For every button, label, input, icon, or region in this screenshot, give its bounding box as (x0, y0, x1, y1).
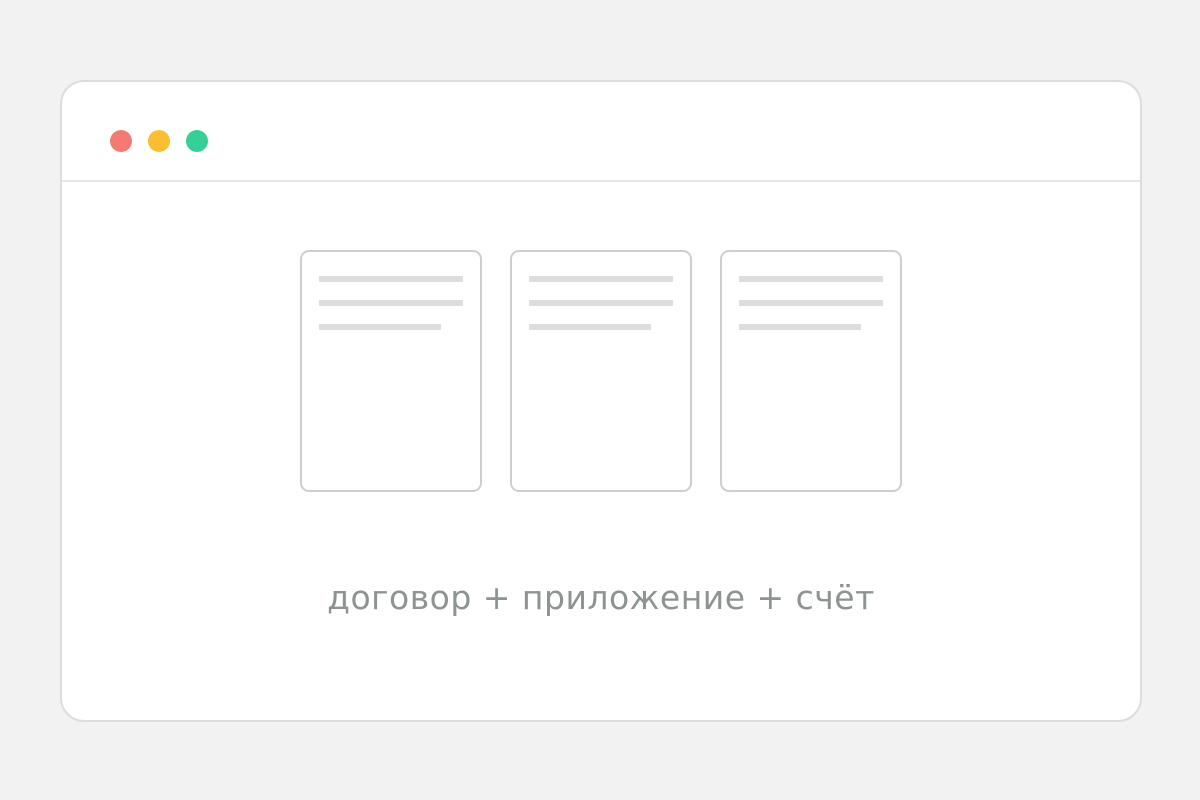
document-line (529, 324, 651, 330)
document-line (529, 276, 673, 282)
minimize-dot-icon[interactable] (148, 130, 170, 152)
document-line (739, 276, 883, 282)
document-line (529, 300, 673, 306)
document-icon-contract (300, 250, 482, 492)
app-window: договор + приложение + счёт (60, 80, 1142, 722)
documents-caption: договор + приложение + счёт (327, 578, 875, 617)
title-bar (62, 82, 1140, 182)
document-line (319, 276, 463, 282)
document-line (739, 324, 861, 330)
maximize-dot-icon[interactable] (186, 130, 208, 152)
document-icon-appendix (510, 250, 692, 492)
document-group (62, 250, 1140, 492)
document-icon-invoice (720, 250, 902, 492)
document-line (319, 300, 463, 306)
document-line (739, 300, 883, 306)
close-dot-icon[interactable] (110, 130, 132, 152)
document-line (319, 324, 441, 330)
